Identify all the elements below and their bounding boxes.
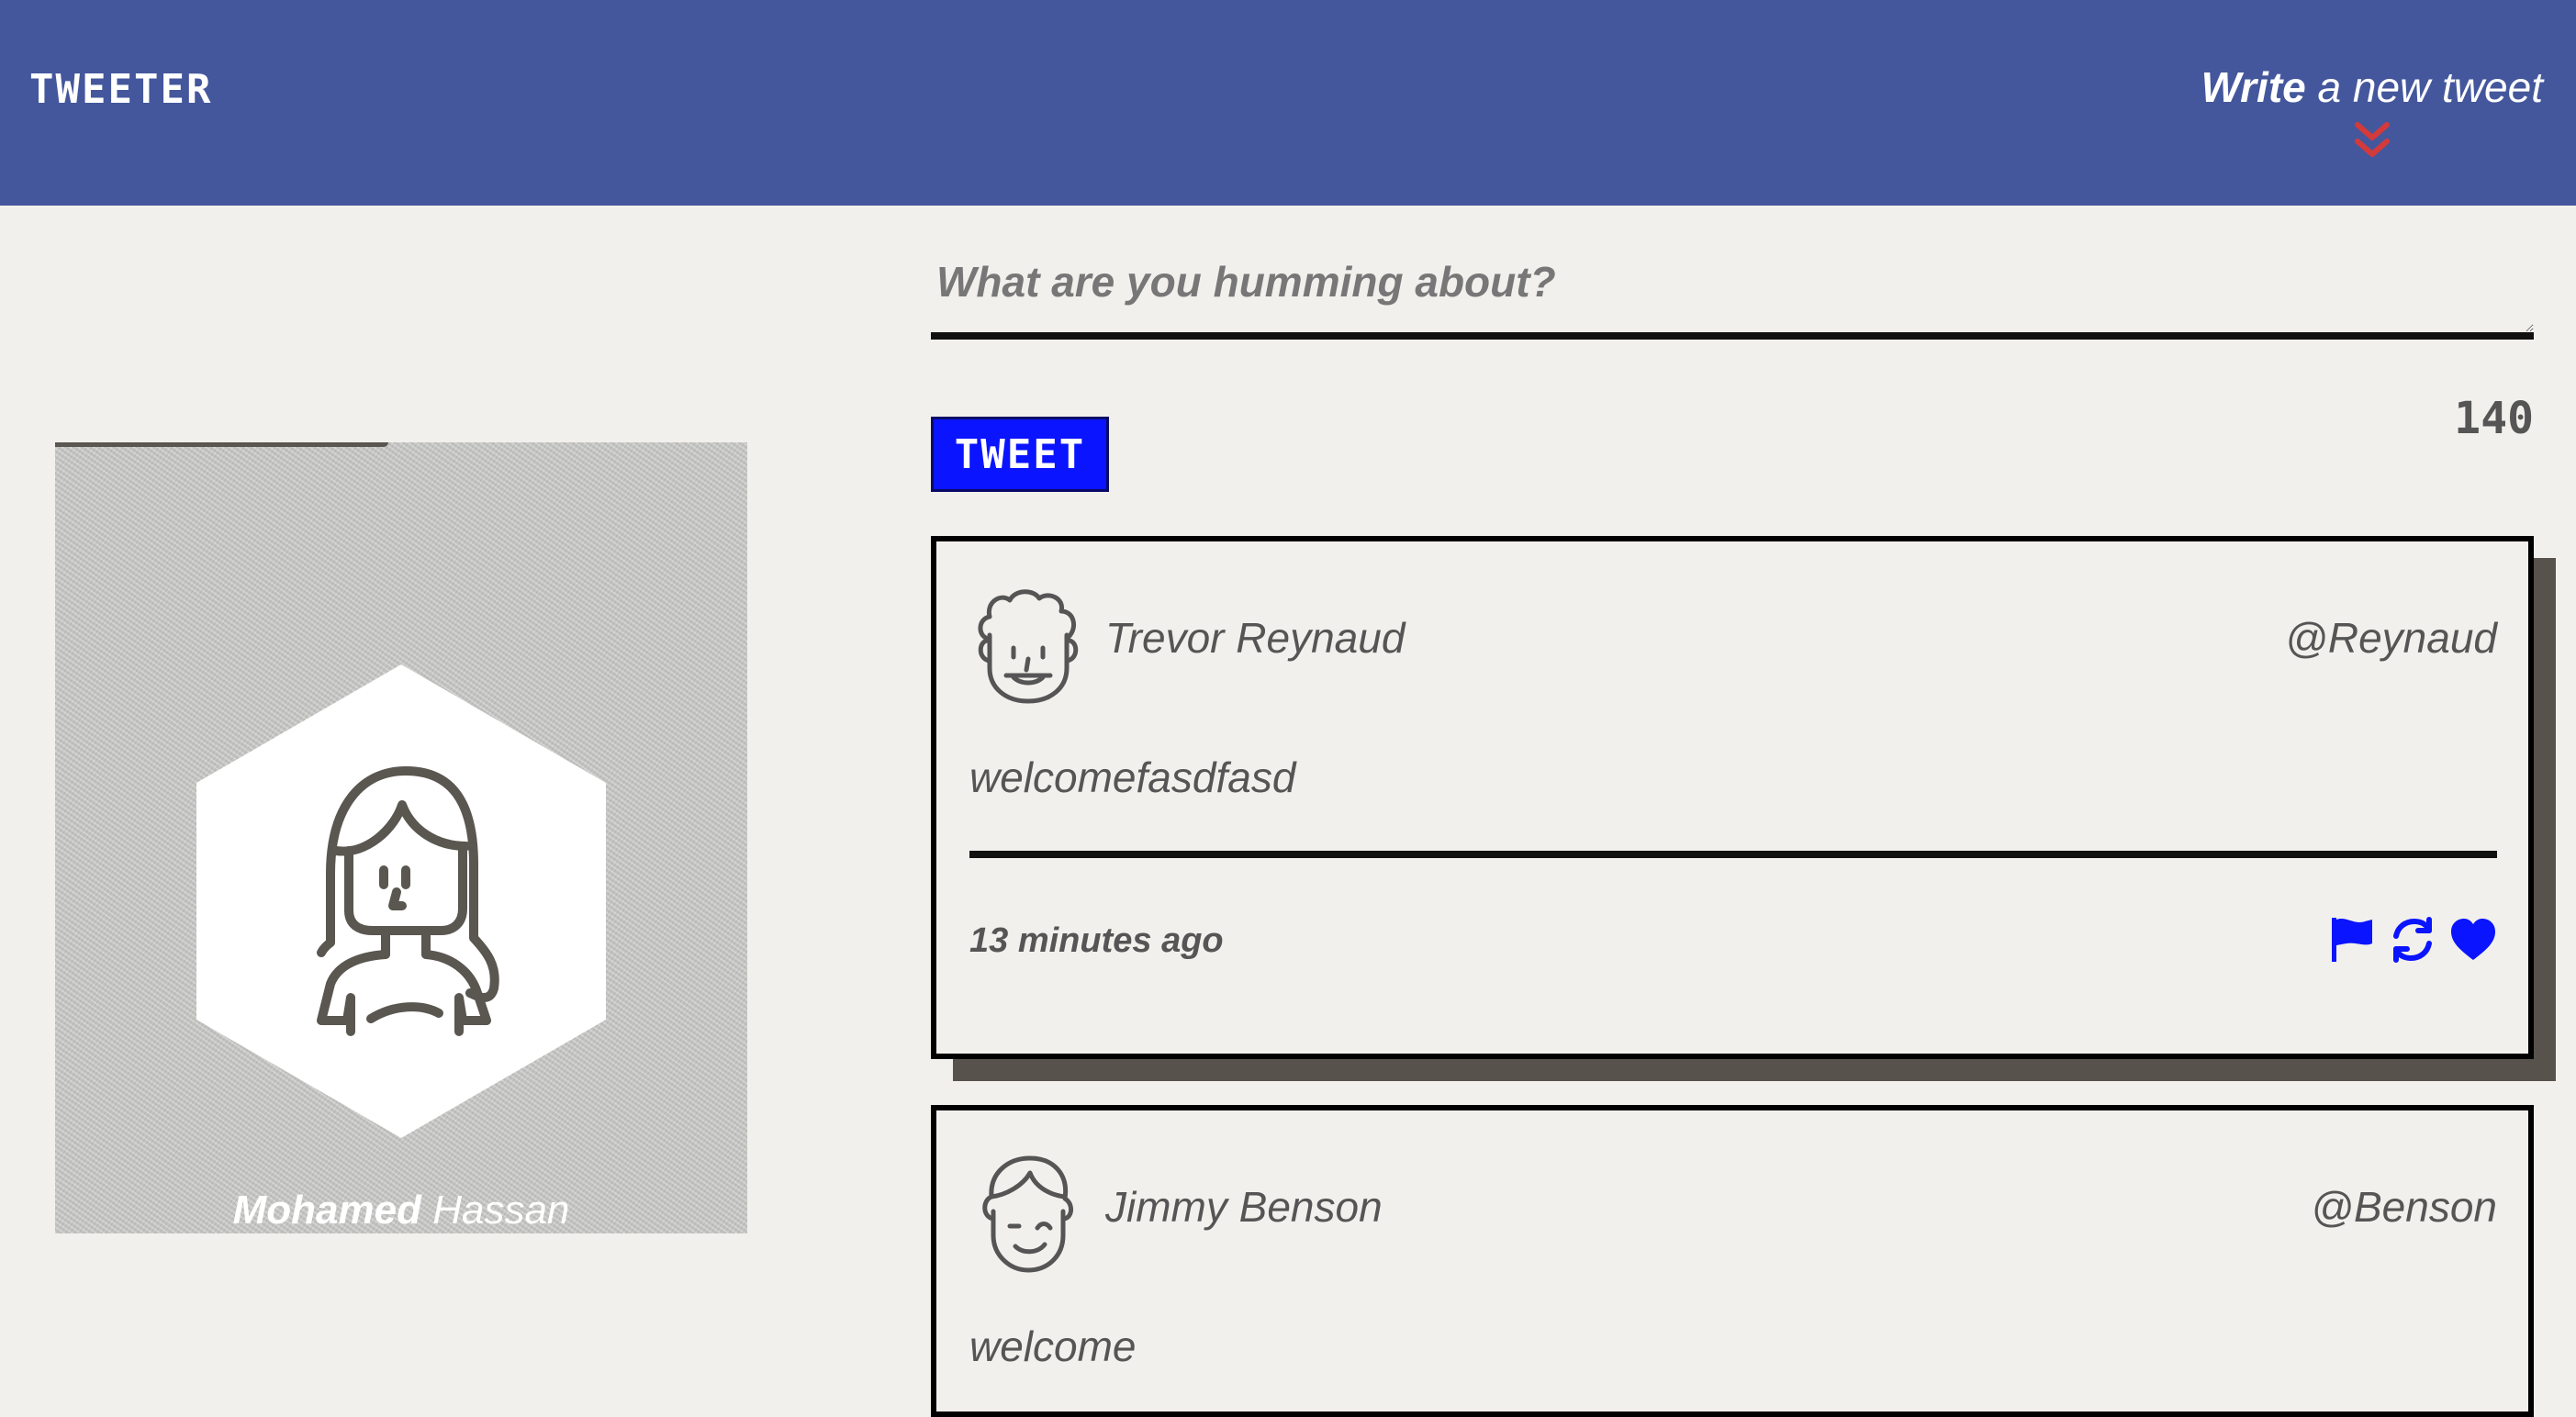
character-counter: 140 (2454, 393, 2534, 444)
tweet-actions (2328, 916, 2497, 964)
tweet-content: welcome (969, 1322, 1137, 1370)
tweet-timestamp: 13 minutes ago (969, 921, 1224, 960)
tweet-author-handle[interactable]: @Reynaud (2285, 613, 2497, 663)
tweet-card: Jimmy Benson @Benson welcome (931, 1105, 2534, 1417)
tweet-author-name[interactable]: Jimmy Benson (1105, 1182, 1383, 1232)
tweet-author-name[interactable]: Trevor Reynaud (1105, 613, 1405, 663)
double-chevron-down-icon[interactable] (2352, 119, 2392, 160)
profile-name: Mohamed Hassan (232, 1188, 570, 1233)
tweet-composer (931, 239, 2534, 340)
compose-toggle-label[interactable]: Write a new tweet (2201, 62, 2543, 112)
profile-avatar (55, 442, 606, 1138)
tweet-content: welcomefasdfasd (969, 753, 1296, 801)
curly-hair-man-avatar-icon (978, 589, 1079, 704)
winking-man-avatar-icon (982, 1155, 1073, 1273)
retweet-icon[interactable] (2389, 916, 2436, 964)
compose-toggle[interactable]: Write a new tweet (2201, 62, 2543, 160)
flag-icon[interactable] (2328, 916, 2376, 964)
tweet-card: Trevor Reynaud @Reynaud welcomefasdfasd … (931, 536, 2534, 1059)
tweet-input[interactable] (931, 239, 2534, 340)
tweet-submit-button[interactable]: TWEET (931, 417, 1109, 492)
tweet-author-handle[interactable]: @Benson (2311, 1182, 2497, 1232)
tweet-divider (969, 851, 2497, 858)
top-navbar: TWEETER Write a new tweet (0, 0, 2576, 206)
profile-card: Mohamed Hassan (55, 442, 747, 1233)
brand-logo[interactable]: TWEETER (29, 66, 212, 113)
heart-icon[interactable] (2449, 916, 2497, 964)
